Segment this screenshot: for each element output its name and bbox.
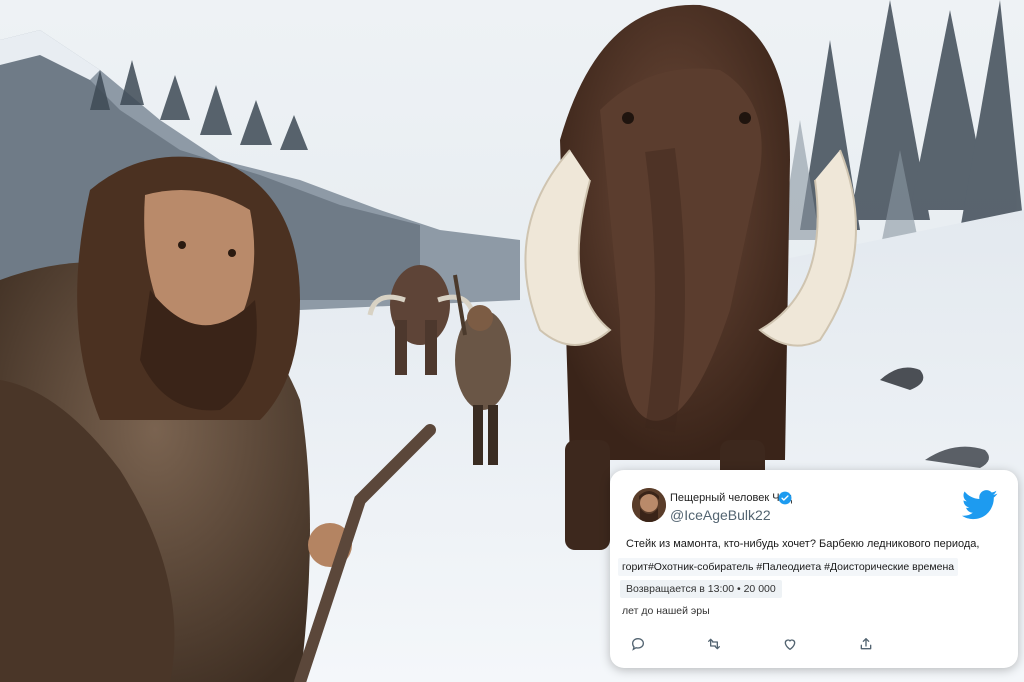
- tweet-text-line1: Стейк из мамонта, кто-нибудь хочет? Барб…: [626, 538, 980, 550]
- heart-icon[interactable]: [782, 636, 798, 652]
- share-icon[interactable]: [858, 636, 874, 652]
- tweet-timestamp: Возвращается в 13:00 • 20 000: [620, 580, 782, 598]
- verified-badge-icon: [778, 491, 792, 505]
- user-handle[interactable]: @IceAgeBulk22: [670, 507, 771, 523]
- display-name[interactable]: Пещерный человек Чад: [670, 492, 792, 504]
- tweet-text-line2: горит#Охотник-собиратель #Палеодиета #До…: [618, 558, 959, 576]
- avatar[interactable]: [632, 488, 666, 522]
- tweet-card[interactable]: Пещерный человек Чад @IceAgeBulk22 Стейк…: [610, 470, 1018, 668]
- avatar-image: [632, 488, 666, 522]
- twitter-bird-icon: [962, 490, 998, 520]
- reply-icon[interactable]: [630, 636, 646, 652]
- retweet-icon[interactable]: [706, 636, 722, 652]
- tweet-date-era: лет до нашей эры: [622, 605, 710, 617]
- tweet-action-bar: [630, 636, 880, 656]
